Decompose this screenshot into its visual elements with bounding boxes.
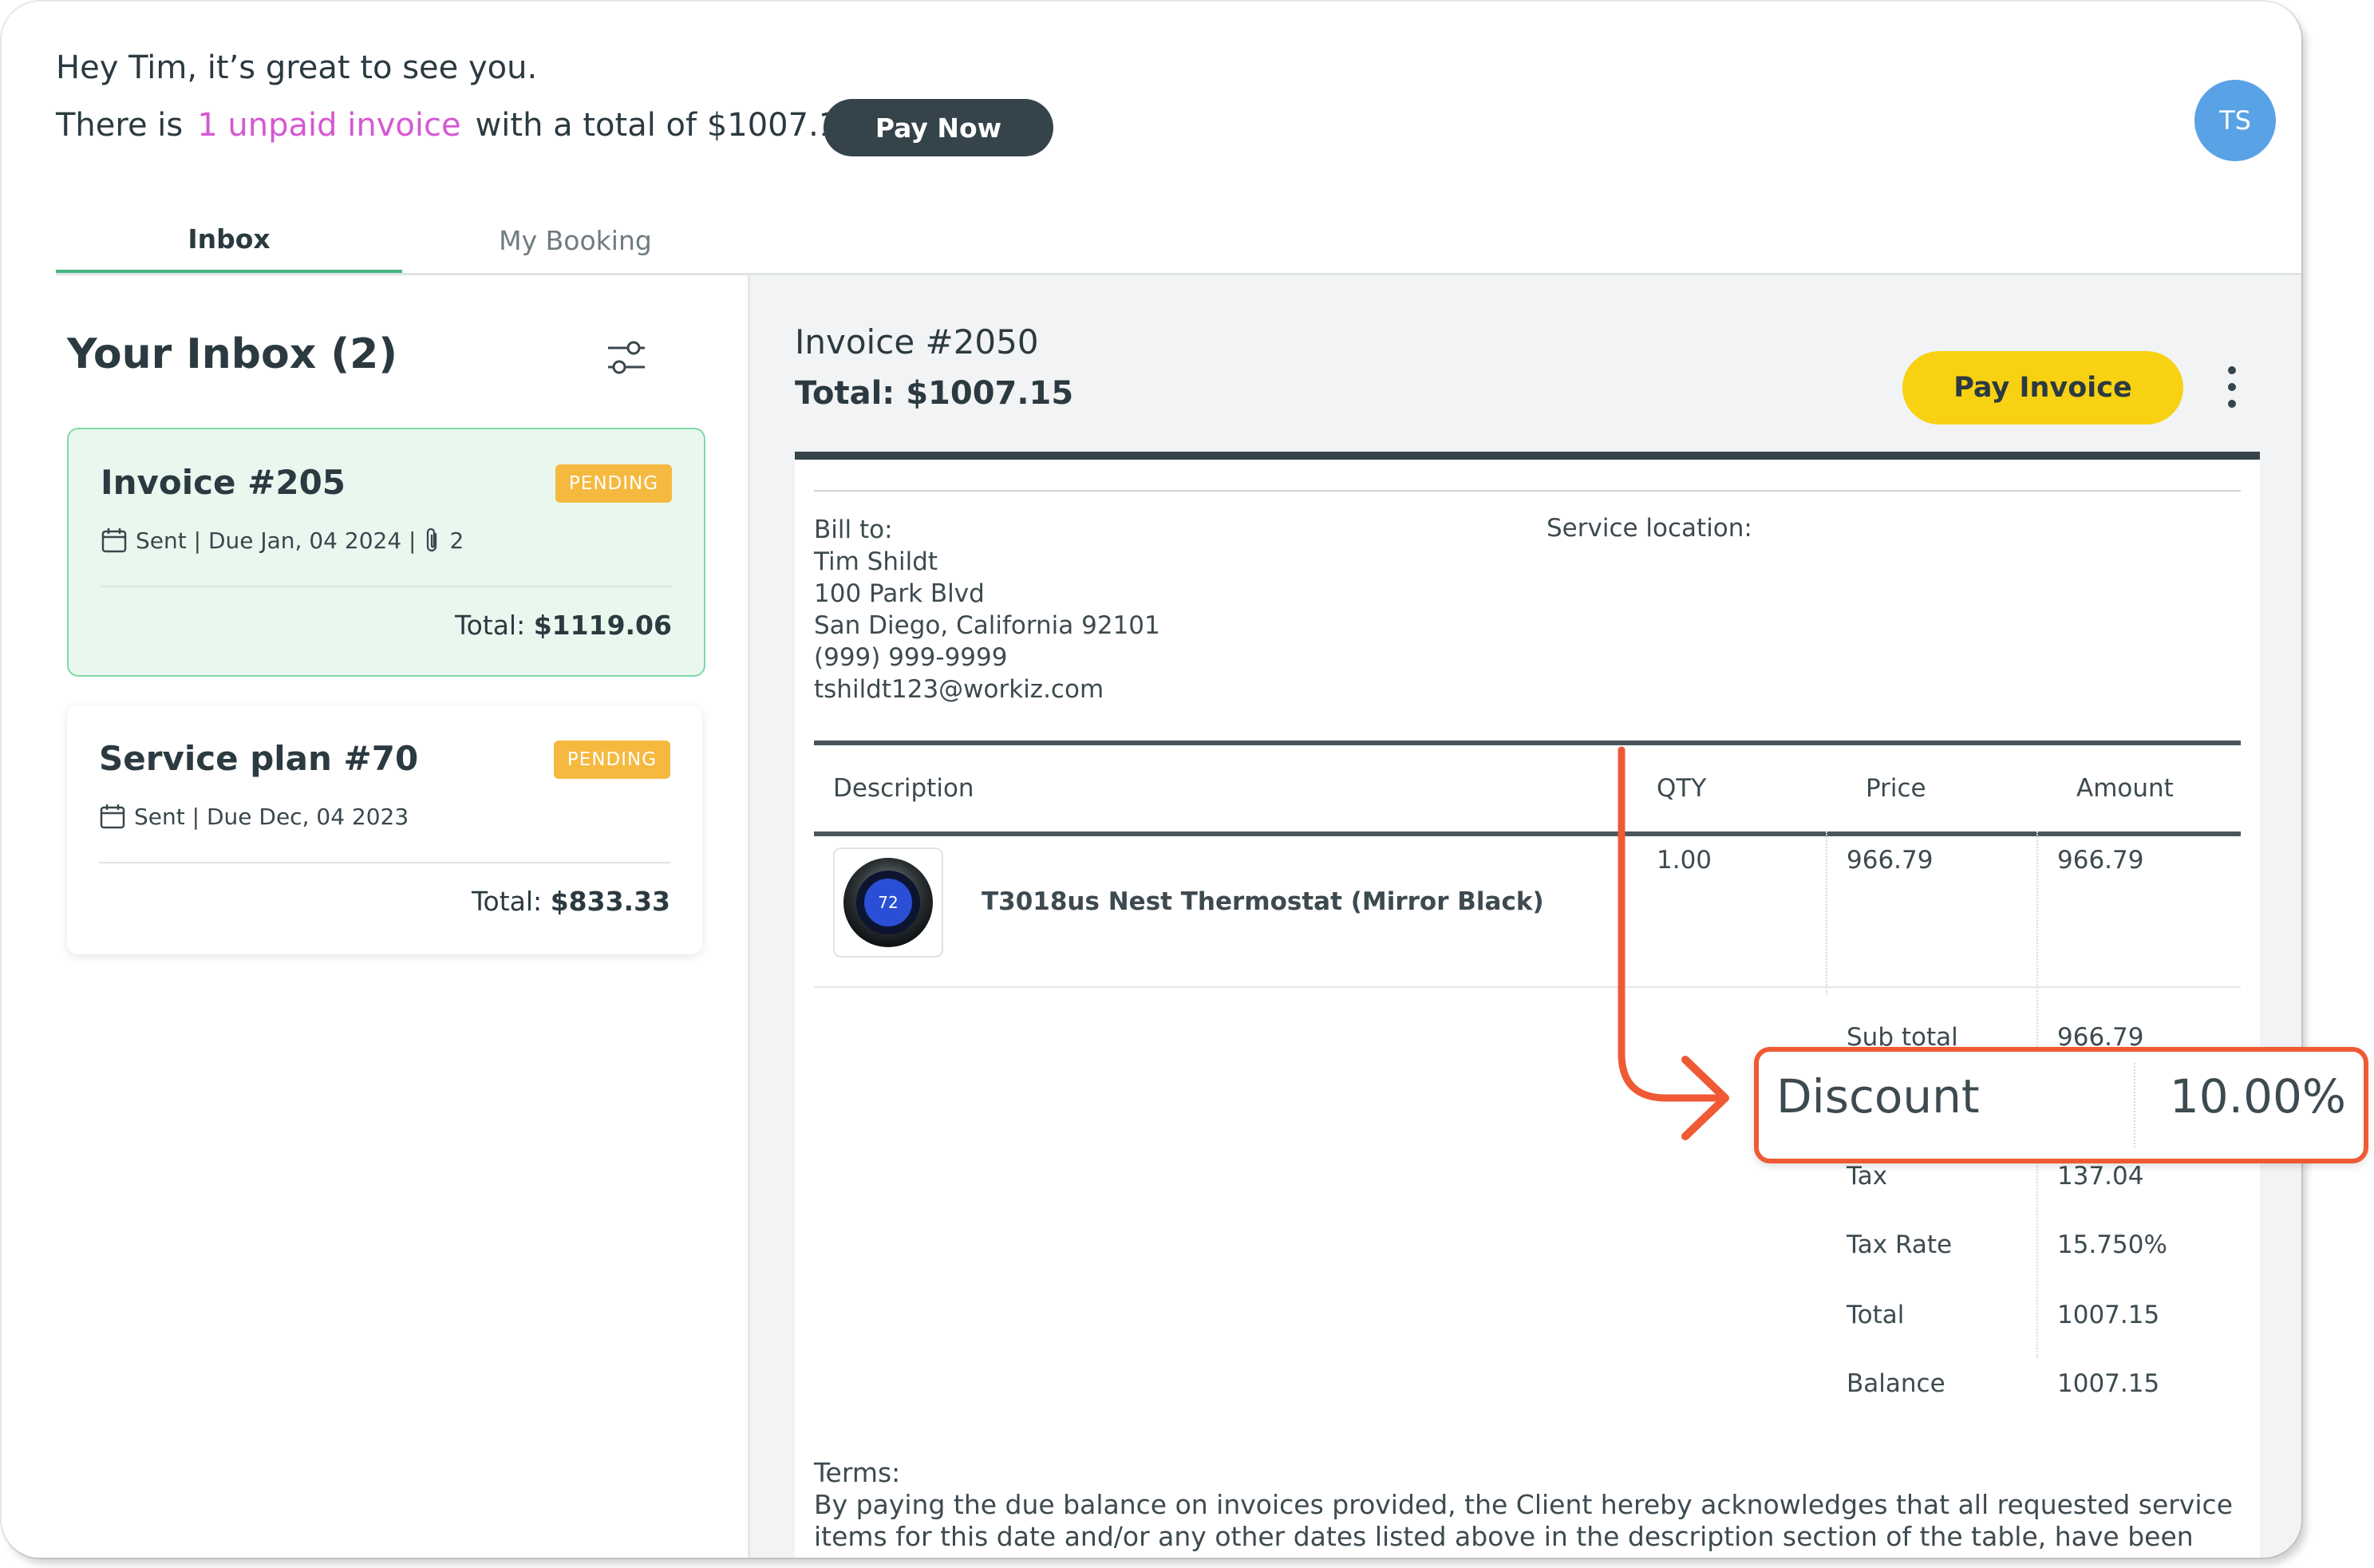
- col-qty: QTY: [1657, 774, 1707, 803]
- card-total: Total: $1119.06: [455, 610, 672, 641]
- calendar-icon: [101, 528, 127, 553]
- app-window: Hey Tim, it’s great to see you. There is…: [2, 2, 2301, 1558]
- product-thumbnail: 72: [833, 847, 943, 958]
- discount-label: Discount: [1776, 1069, 1980, 1124]
- item-qty: 1.00: [1657, 846, 1712, 875]
- bill-to-label: Bill to:: [814, 515, 893, 544]
- card-title: Service plan #70: [99, 739, 419, 778]
- greeting-line: Hey Tim, it’s great to see you.: [56, 49, 538, 86]
- summary-label: Tax Rate: [1847, 1230, 1953, 1259]
- divider: [814, 490, 2241, 492]
- column-divider: [1826, 831, 1828, 994]
- discount-value: 10.00%: [2169, 1069, 2346, 1124]
- bill-to-phone: (999) 999-9999: [814, 643, 1008, 672]
- unpaid-summary: There is 1 unpaid invoice with a total of …: [56, 107, 859, 144]
- status-badge: PENDING: [554, 741, 670, 779]
- thermostat-image: 72: [843, 858, 933, 947]
- row-divider: [814, 986, 2241, 988]
- filter-icon[interactable]: [605, 337, 648, 378]
- bill-to-street: 100 Park Blvd: [814, 579, 985, 608]
- card-total-label: Total:: [455, 610, 526, 641]
- pay-invoice-button[interactable]: Pay Invoice: [1902, 351, 2183, 425]
- summary-value: 15.750%: [2057, 1230, 2167, 1259]
- callout-divider: [2134, 1063, 2135, 1147]
- card-total-value: $1119.06: [533, 610, 672, 641]
- attachment-count: 2: [449, 527, 464, 554]
- card-meta: Sent | Due Jan, 04 2024 | 2: [101, 527, 464, 554]
- terms-text: By paying the due balance on invoices pr…: [814, 1489, 2234, 1558]
- summary-label: Balance: [1847, 1369, 1945, 1398]
- summary-value: 1007.15: [2057, 1301, 2160, 1329]
- pay-now-button[interactable]: Pay Now: [824, 99, 1053, 156]
- column-divider: [1620, 831, 1622, 994]
- card-divider: [101, 586, 672, 587]
- card-meta-text: Sent | Due Dec, 04 2023: [134, 803, 409, 830]
- card-meta-text: Sent | Due Jan, 04 2024 |: [136, 527, 417, 554]
- table-header: Description QTY Price Amount: [814, 741, 2241, 836]
- item-description: T3018us Nest Thermostat (Mirror Black): [982, 887, 1544, 916]
- terms-label: Terms:: [814, 1457, 901, 1488]
- card-total-label: Total:: [471, 886, 543, 917]
- discount-callout: Discount 10.00%: [1754, 1047, 2368, 1163]
- card-total-value: $833.33: [550, 886, 670, 917]
- service-location-label: Service location:: [1546, 514, 1752, 543]
- summary-label: Total: [1847, 1301, 1905, 1329]
- card-meta: Sent | Due Dec, 04 2023: [99, 803, 409, 830]
- item-price: 966.79: [1847, 846, 1934, 875]
- thermostat-reading: 72: [878, 893, 898, 912]
- col-amount: Amount: [2076, 774, 2174, 803]
- col-price: Price: [1866, 774, 1926, 803]
- status-badge: PENDING: [555, 464, 672, 503]
- card-total: Total: $833.33: [472, 886, 670, 917]
- summary-label: Tax: [1847, 1162, 1888, 1191]
- inbox-card-service-plan-70[interactable]: Service plan #70 PENDING Sent | Due Dec,…: [67, 705, 702, 954]
- calendar-icon: [100, 804, 125, 829]
- tab-my-booking[interactable]: My Booking: [402, 207, 749, 273]
- summary-value: 1007.15: [2057, 1369, 2160, 1398]
- bill-to-block: Bill to: Tim Shildt 100 Park Blvd San Di…: [814, 514, 1160, 705]
- col-description: Description: [833, 774, 974, 803]
- invoice-number: Invoice #2050: [795, 322, 1039, 361]
- summary-value: 137.04: [2057, 1162, 2144, 1191]
- inbox-title: Your Inbox (2): [67, 330, 398, 378]
- card-divider: [99, 862, 670, 863]
- more-options-icon[interactable]: [2220, 361, 2244, 413]
- unpaid-summary-suffix: with a total of $1007.15: [475, 107, 859, 144]
- inbox-card-invoice-205[interactable]: Invoice #205 PENDING Sent | Due Jan, 04 …: [67, 428, 705, 677]
- tab-bar: Inbox My Booking: [56, 207, 2301, 275]
- unpaid-summary-prefix: There is: [56, 107, 184, 144]
- invoice-document: Bill to: Tim Shildt 100 Park Blvd San Di…: [795, 452, 2260, 1558]
- avatar[interactable]: TS: [2194, 80, 2276, 161]
- tab-inbox[interactable]: Inbox: [56, 207, 402, 273]
- terms-block: Terms: By paying the due balance on invo…: [814, 1457, 2250, 1558]
- invoice-total: Total: $1007.15: [795, 375, 1074, 412]
- item-amount: 966.79: [2057, 846, 2144, 875]
- bill-to-name: Tim Shildt: [814, 547, 938, 576]
- unpaid-invoice-link[interactable]: 1 unpaid invoice: [197, 107, 460, 144]
- paperclip-icon: [427, 527, 437, 552]
- card-title: Invoice #205: [101, 463, 346, 502]
- bill-to-email: tshildt123@workiz.com: [814, 675, 1104, 704]
- bill-to-city: San Diego, California 92101: [814, 611, 1160, 640]
